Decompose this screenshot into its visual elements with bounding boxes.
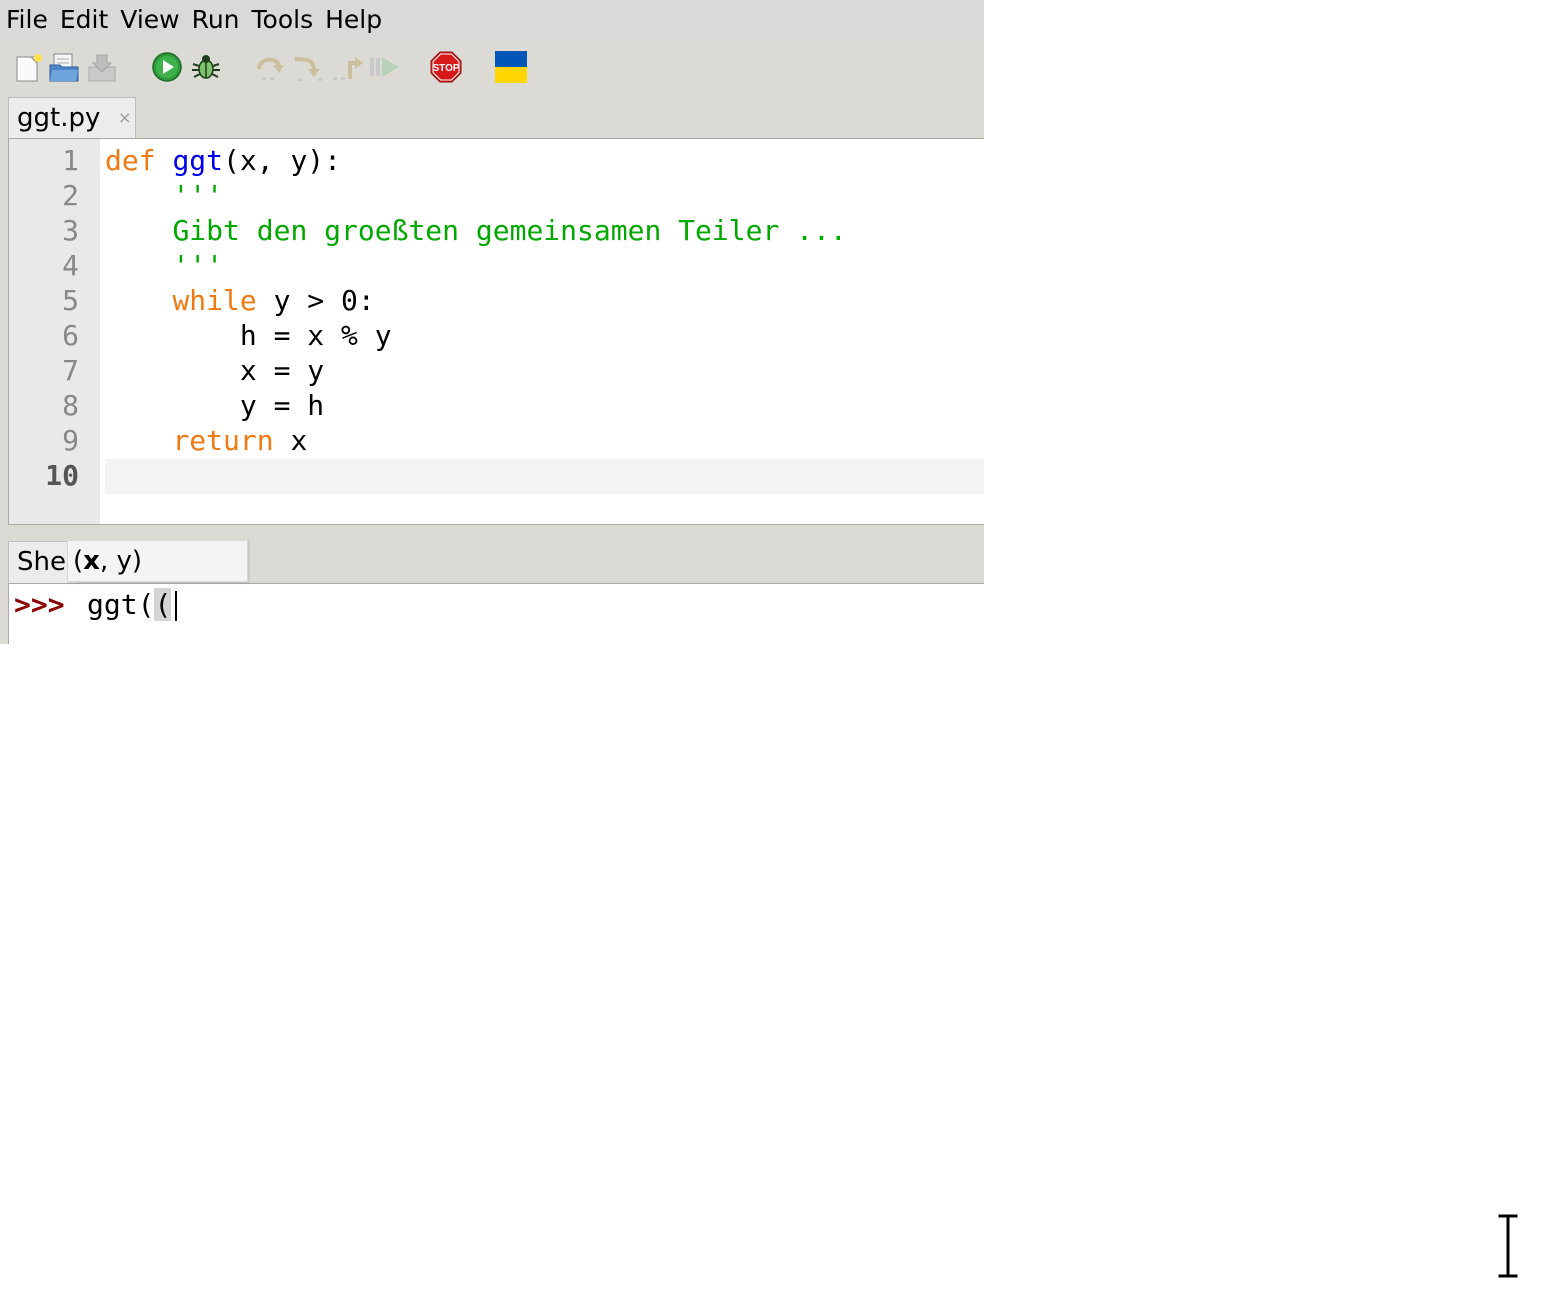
menu-view[interactable]: View bbox=[114, 0, 185, 42]
line-number: 4 bbox=[62, 249, 79, 282]
code-line: ''' bbox=[105, 248, 223, 283]
line-number: 2 bbox=[62, 179, 79, 212]
string: Gibt den groeßten gemeinsamen Teiler ... bbox=[172, 214, 847, 247]
menu-run[interactable]: Run bbox=[186, 0, 246, 42]
bug-icon[interactable] bbox=[190, 51, 222, 83]
shell-input-text: ggt( bbox=[87, 588, 155, 621]
code-line: y = h bbox=[105, 388, 324, 423]
line-number: 7 bbox=[62, 354, 79, 387]
shell-input[interactable]: ggt(( bbox=[87, 587, 172, 622]
string: ''' bbox=[172, 249, 224, 282]
code-text: y = h bbox=[239, 389, 325, 422]
stop-label: STOP bbox=[432, 63, 459, 74]
tab-label: She bbox=[17, 547, 66, 577]
step-into-icon[interactable] bbox=[292, 51, 324, 83]
calltip-text: (x, y) bbox=[73, 546, 142, 576]
shell-prompt: >>> bbox=[14, 588, 65, 621]
calltip-popup: (x, y) bbox=[67, 540, 248, 582]
keyword: def bbox=[105, 144, 156, 177]
code-editor[interactable]: 1 2 3 4 5 6 7 8 9 10 def ggt(x, y): ''' … bbox=[8, 138, 984, 525]
line-number: 5 bbox=[62, 284, 79, 317]
stop-icon[interactable]: STOP bbox=[430, 51, 462, 83]
menu-edit[interactable]: Edit bbox=[54, 0, 114, 42]
run-icon[interactable] bbox=[151, 51, 183, 83]
code-text: y > 0: bbox=[256, 284, 375, 317]
code-line: h = x % y bbox=[105, 318, 392, 353]
text-caret bbox=[175, 591, 177, 621]
code-line: return x bbox=[105, 423, 307, 458]
code-line: def ggt(x, y): bbox=[105, 143, 341, 178]
code-text: x = y bbox=[239, 354, 325, 387]
new-file-icon[interactable] bbox=[12, 51, 44, 83]
current-line-highlight bbox=[105, 459, 984, 494]
shell-console[interactable]: >>> ggt(( bbox=[8, 583, 984, 644]
code-text-area[interactable]: def ggt(x, y): ''' Gibt den groeßten gem… bbox=[100, 139, 984, 524]
menu-file[interactable]: File bbox=[0, 0, 54, 42]
ukraine-flag-icon[interactable] bbox=[495, 51, 527, 83]
menu-bar: File Edit View Run Tools Help bbox=[0, 0, 984, 41]
code-text: (x, y): bbox=[223, 144, 342, 177]
ibeam-cursor-icon bbox=[1497, 1213, 1519, 1279]
line-number: 1 bbox=[62, 144, 79, 177]
menu-tools[interactable]: Tools bbox=[246, 0, 320, 42]
editor-notebook: ggt.py × 1 2 3 4 5 6 7 8 9 10 def ggt(x,… bbox=[0, 97, 984, 525]
code-line: while y > 0: bbox=[105, 283, 375, 318]
code-text: x bbox=[273, 424, 308, 457]
code-line: x = y bbox=[105, 353, 324, 388]
tab-label: ggt.py bbox=[17, 103, 101, 133]
string: ''' bbox=[172, 179, 224, 212]
matching-paren-highlight: ( bbox=[154, 588, 172, 621]
save-icon[interactable] bbox=[86, 51, 118, 83]
step-over-icon[interactable] bbox=[254, 51, 286, 83]
code-line: ''' bbox=[105, 178, 223, 213]
calltip-active-arg: x bbox=[83, 546, 100, 576]
line-number: 9 bbox=[62, 424, 79, 457]
toolbar: STOP bbox=[0, 41, 984, 97]
line-number-gutter: 1 2 3 4 5 6 7 8 9 10 bbox=[9, 139, 100, 524]
line-number-current: 10 bbox=[45, 459, 79, 492]
resume-icon[interactable] bbox=[368, 51, 400, 83]
line-number: 3 bbox=[62, 214, 79, 247]
keyword: return bbox=[172, 424, 274, 457]
function-name: ggt bbox=[172, 144, 224, 177]
close-icon[interactable]: × bbox=[118, 108, 131, 127]
keyword: while bbox=[172, 284, 257, 317]
tab-ggt-py[interactable]: ggt.py × bbox=[8, 97, 136, 139]
code-line: Gibt den groeßten gemeinsamen Teiler ... bbox=[105, 213, 847, 248]
code-text: h = x % y bbox=[239, 319, 392, 352]
calltip-open: ( bbox=[73, 546, 84, 576]
menu-help[interactable]: Help bbox=[319, 0, 388, 42]
calltip-rest: , y) bbox=[99, 546, 142, 576]
step-out-icon[interactable] bbox=[332, 51, 364, 83]
line-number: 6 bbox=[62, 319, 79, 352]
line-number: 8 bbox=[62, 389, 79, 422]
open-folder-icon[interactable] bbox=[48, 51, 80, 83]
